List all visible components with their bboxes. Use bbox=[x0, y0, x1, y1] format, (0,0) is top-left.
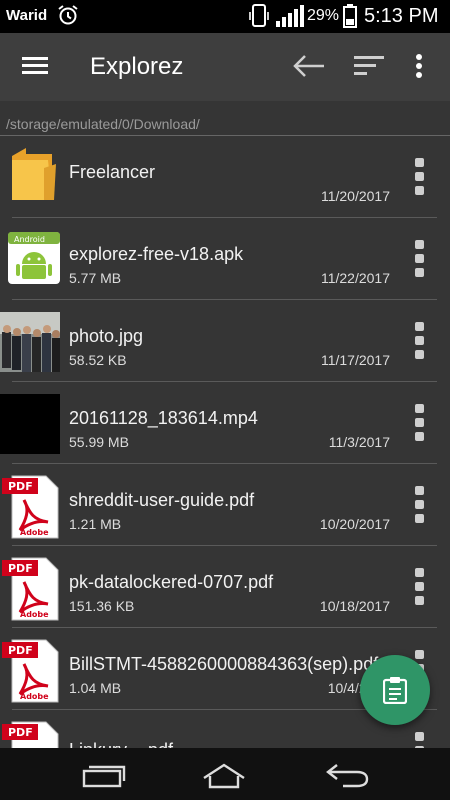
file-options-icon[interactable] bbox=[414, 404, 426, 444]
file-name: pk-datalockered-0707.pdf bbox=[69, 572, 274, 592]
file-options-icon[interactable] bbox=[414, 568, 426, 608]
apk-badge: Android bbox=[14, 235, 45, 244]
back-arrow-icon[interactable] bbox=[292, 53, 326, 83]
pdf-icon: PDF bbox=[2, 720, 59, 748]
file-name: BillSTMT-4588260000884363(sep).pdf bbox=[69, 654, 379, 674]
file-date: 10/18/2017 bbox=[319, 598, 390, 614]
file-size: 151.36 KB bbox=[69, 598, 135, 614]
file-size: 5.77 MB bbox=[69, 270, 122, 286]
file-name: Freelancer bbox=[69, 162, 156, 182]
pdf-icon: PDF Adobe bbox=[2, 638, 59, 703]
file-name: 20161128_183614.mp4 bbox=[69, 408, 258, 428]
file-name: shreddit-user-guide.pdf bbox=[69, 490, 255, 510]
svg-text:PDF: PDF bbox=[8, 562, 33, 575]
file-row[interactable]: Freelancer 11/20/2017 bbox=[0, 136, 450, 218]
alarm-icon bbox=[57, 4, 79, 30]
svg-text:PDF: PDF bbox=[8, 480, 33, 493]
clipboard-icon bbox=[383, 677, 407, 704]
overflow-menu-icon[interactable] bbox=[415, 53, 423, 83]
file-row[interactable]: PDF Adobe shreddit-user-guide.pdf 1.21 MB… bbox=[0, 464, 450, 546]
file-row[interactable]: photo.jpg 58.52 KB 11/17/2017 bbox=[0, 300, 450, 382]
svg-text:Adobe: Adobe bbox=[20, 528, 49, 537]
file-name: photo.jpg bbox=[69, 326, 144, 346]
file-options-icon[interactable] bbox=[414, 240, 426, 280]
file-size: 58.52 KB bbox=[69, 352, 127, 368]
file-name: Linkury-...pdf bbox=[69, 740, 173, 748]
carrier-name: Warid bbox=[6, 7, 48, 24]
file-options-icon[interactable] bbox=[414, 732, 426, 748]
hamburger-menu-icon[interactable] bbox=[22, 56, 48, 80]
file-row[interactable]: Android explorez-free-v18.apk 5.77 MB 11… bbox=[0, 218, 450, 300]
android-apk-icon: Android bbox=[8, 226, 60, 286]
svg-text:Adobe: Adobe bbox=[20, 610, 49, 619]
home-icon[interactable] bbox=[200, 762, 248, 794]
file-date: 11/17/2017 bbox=[320, 352, 390, 368]
recent-apps-icon[interactable] bbox=[82, 764, 126, 792]
svg-text:PDF: PDF bbox=[8, 726, 33, 739]
svg-text:PDF: PDF bbox=[8, 644, 33, 657]
current-path: /storage/emulated/0/Download/ bbox=[6, 116, 200, 132]
vibrate-phone-icon bbox=[248, 3, 270, 33]
pdf-icon: PDF Adobe bbox=[2, 556, 59, 621]
file-options-icon[interactable] bbox=[414, 322, 426, 362]
file-date: 10/20/2017 bbox=[319, 516, 390, 532]
back-icon[interactable] bbox=[325, 761, 371, 793]
sort-icon[interactable] bbox=[354, 55, 384, 81]
video-thumbnail bbox=[0, 394, 60, 454]
battery-percent: 29% bbox=[307, 7, 340, 24]
file-options-icon[interactable] bbox=[414, 486, 426, 526]
clipboard-fab-button[interactable] bbox=[360, 655, 430, 725]
file-date: 11/3/2017 bbox=[328, 434, 390, 450]
svg-text:Adobe: Adobe bbox=[20, 692, 49, 701]
file-date: 11/20/2017 bbox=[320, 188, 390, 204]
file-options-icon[interactable] bbox=[414, 158, 426, 198]
file-size: 1.21 MB bbox=[69, 516, 122, 532]
photo-thumbnail bbox=[0, 312, 60, 372]
file-row[interactable]: 20161128_183614.mp4 55.99 MB 11/3/2017 bbox=[0, 382, 450, 464]
file-row[interactable]: PDF Adobe pk-datalockered-0707.pdf 151.36… bbox=[0, 546, 450, 628]
app-bar: Explorez bbox=[0, 33, 450, 101]
signal-icon bbox=[276, 5, 304, 31]
app-title: Explorez bbox=[90, 53, 184, 80]
folder-icon bbox=[8, 144, 60, 204]
pdf-icon: PDF Adobe bbox=[2, 474, 59, 539]
clock: 5:13 PM bbox=[364, 5, 439, 27]
file-size: 1.04 MB bbox=[69, 680, 122, 696]
system-nav-bar bbox=[0, 748, 450, 800]
file-date: 11/22/2017 bbox=[320, 270, 390, 286]
file-size: 55.99 MB bbox=[69, 434, 129, 450]
status-bar: Warid 29% 5:13 PM bbox=[0, 0, 450, 33]
file-name: explorez-free-v18.apk bbox=[69, 244, 244, 264]
battery-icon bbox=[343, 4, 357, 32]
